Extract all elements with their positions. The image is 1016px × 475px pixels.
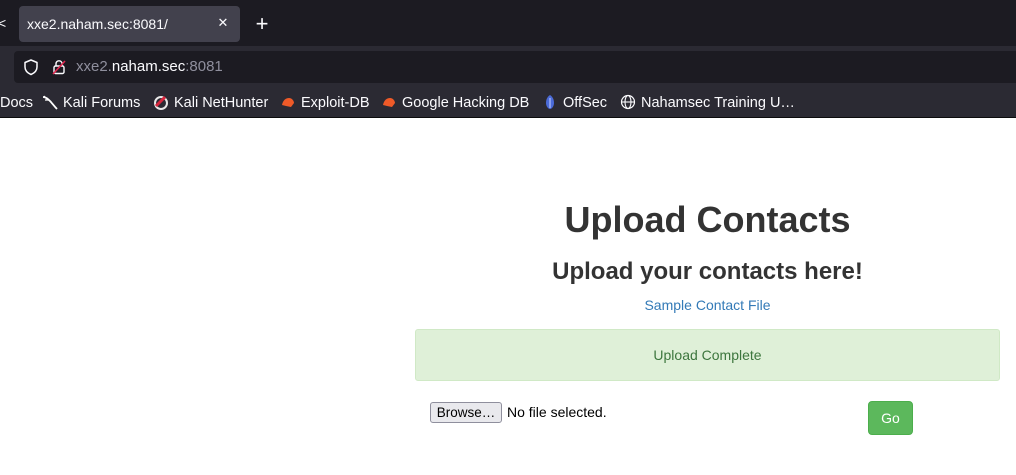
go-button[interactable]: Go xyxy=(868,401,913,435)
ghdb-icon xyxy=(383,98,395,107)
close-tab-icon[interactable]: ✕ xyxy=(214,14,232,32)
tab-title: xxe2.naham.sec:8081/ xyxy=(27,16,168,32)
bookmarks-toolbar: Docs Kali Forums Kali NetHunter Exploit-… xyxy=(0,86,1016,118)
page-content: Upload Contacts Upload your contacts her… xyxy=(0,118,1016,475)
bookmark-label: OffSec xyxy=(563,95,608,111)
globe-icon xyxy=(620,94,636,110)
bookmark-docs[interactable]: Docs xyxy=(0,94,33,112)
page-subtitle: Upload your contacts here! xyxy=(552,258,863,285)
url-domain: naham.sec xyxy=(111,58,186,75)
bookmark-nahamsec-training[interactable]: Nahamsec Training U… xyxy=(620,94,795,112)
bookmark-label: Kali NetHunter xyxy=(174,95,269,111)
bookmark-label: Exploit-DB xyxy=(301,95,370,111)
navigation-toolbar: xxe2.naham.sec:8081 xyxy=(0,46,1016,86)
bookmark-offsec[interactable]: OffSec xyxy=(542,94,607,112)
bookmark-google-hacking-db[interactable]: Google Hacking DB xyxy=(381,94,529,112)
nethunter-icon xyxy=(154,95,168,110)
previous-tab-close-icon[interactable]: < xyxy=(0,14,6,32)
insecure-lock-icon[interactable] xyxy=(50,58,68,76)
tab-strip: < xxe2.naham.sec:8081/ ✕ + xyxy=(0,0,1016,46)
offsec-icon xyxy=(546,95,554,109)
upload-complete-alert: Upload Complete xyxy=(415,329,1000,381)
alert-text: Upload Complete xyxy=(653,347,762,363)
bookmark-kali-nethunter[interactable]: Kali NetHunter xyxy=(153,94,268,112)
url-text[interactable]: xxe2.naham.sec:8081 xyxy=(76,58,223,76)
url-subdomain: xxe2. xyxy=(76,58,112,75)
tab-active[interactable]: xxe2.naham.sec:8081/ ✕ xyxy=(19,6,240,42)
bookmark-exploit-db[interactable]: Exploit-DB xyxy=(280,94,370,112)
bookmark-label: Kali Forums xyxy=(63,95,141,111)
bookmark-label: Google Hacking DB xyxy=(402,95,530,111)
kali-dragon-icon xyxy=(42,95,58,110)
shield-icon[interactable] xyxy=(22,58,40,76)
exploitdb-icon xyxy=(282,98,294,107)
url-port: :8081 xyxy=(185,58,223,75)
url-bar[interactable]: xxe2.naham.sec:8081 xyxy=(14,51,1016,83)
bookmark-kali-forums[interactable]: Kali Forums xyxy=(42,94,140,112)
new-tab-button[interactable]: + xyxy=(252,13,272,35)
bookmark-label: Docs xyxy=(0,95,34,111)
page-title: Upload Contacts xyxy=(564,199,851,240)
file-status-label: No file selected. xyxy=(507,404,607,420)
sample-contact-file-link[interactable]: Sample Contact File xyxy=(415,296,1000,314)
browse-button[interactable]: Browse… xyxy=(430,402,502,423)
bookmark-label: Nahamsec Training U… xyxy=(641,95,795,111)
